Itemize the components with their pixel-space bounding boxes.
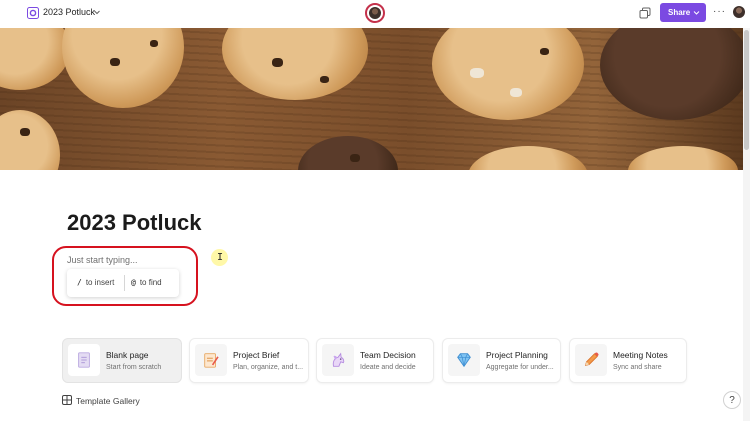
template-description: Aggregate for under... [486, 364, 554, 371]
page-title[interactable]: 2023 Potluck [67, 210, 202, 236]
template-gallery-link[interactable]: Template Gallery [76, 396, 140, 406]
user-avatar[interactable] [733, 6, 745, 18]
template-meeting-notes[interactable]: Meeting Notes Sync and share [570, 339, 686, 382]
annotation-highlight-circle [52, 246, 198, 306]
scrollbar-thumb[interactable] [744, 30, 749, 150]
collaborator-avatar[interactable] [365, 3, 385, 23]
gem-icon [448, 344, 480, 376]
blank-page-icon [68, 344, 100, 376]
project-brief-icon [195, 344, 227, 376]
text-cursor-icon: I [217, 252, 224, 263]
chevron-down-icon [693, 11, 700, 15]
template-description: Plan, organize, and t... [233, 364, 304, 371]
template-name: Project Planning [486, 350, 548, 360]
template-name: Project Brief [233, 350, 280, 360]
cover-image [0, 28, 743, 170]
help-button[interactable]: ? [723, 391, 741, 409]
template-blank-page[interactable]: Blank page Start from scratch [63, 339, 181, 382]
template-description: Sync and share [613, 364, 662, 371]
unicorn-icon [322, 344, 354, 376]
template-project-brief[interactable]: Project Brief Plan, organize, and t... [190, 339, 308, 382]
share-button[interactable]: Share [660, 3, 706, 22]
chevron-down-icon[interactable] [93, 8, 101, 16]
template-description: Ideate and decide [360, 364, 416, 371]
more-options-icon[interactable]: ··· [713, 6, 726, 17]
share-label: Share [668, 8, 691, 17]
document-title[interactable]: 2023 Potluck [43, 7, 95, 17]
template-gallery-icon[interactable] [62, 395, 72, 405]
copy-component-icon[interactable] [639, 7, 651, 19]
template-team-decision[interactable]: Team Decision Ideate and decide [317, 339, 433, 382]
template-name: Meeting Notes [613, 350, 668, 360]
help-icon: ? [729, 394, 735, 406]
template-description: Start from scratch [106, 364, 162, 371]
top-bar: 2023 Potluck Share ··· [0, 0, 750, 28]
template-project-planning[interactable]: Project Planning Aggregate for under... [443, 339, 560, 382]
template-name: Team Decision [360, 350, 416, 360]
loop-app-icon [27, 7, 39, 19]
template-name: Blank page [106, 350, 149, 360]
pencil-icon [575, 344, 607, 376]
